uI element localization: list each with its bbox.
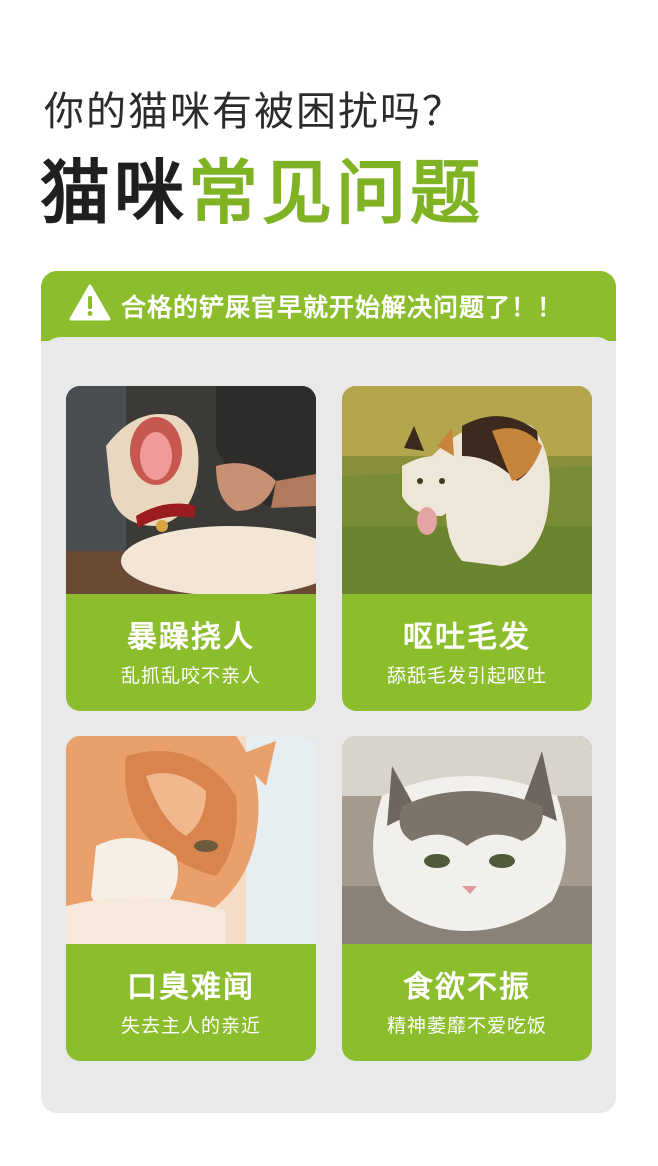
yawning-cat-photo — [66, 386, 316, 594]
lying-tabby-cat-photo — [342, 736, 592, 944]
banner-divider — [41, 337, 616, 377]
warning-banner: 合格的铲屎官早就开始解决问题了！！ — [41, 271, 616, 341]
problem-card-aggressive[interactable]: 暴躁挠人 乱抓乱咬不亲人 — [66, 386, 316, 711]
problem-card-appetite[interactable]: 食欲不振 精神萎靡不爱吃饭 — [342, 736, 592, 1061]
card-desc: 舔舐毛发引起呕吐 — [386, 665, 547, 687]
page-title: 猫咪常见问题 — [40, 158, 484, 228]
card-title: 口臭难闻 — [127, 970, 255, 1005]
problem-card-vomiting[interactable]: 呕吐毛发 舔舐毛发引起呕吐 — [342, 386, 592, 711]
sleeping-orange-cat-photo — [66, 736, 316, 944]
warning-icon — [69, 284, 111, 321]
card-title: 呕吐毛发 — [403, 620, 531, 655]
card-desc: 失去主人的亲近 — [120, 1015, 261, 1037]
banner-text: 合格的铲屎官早就开始解决问题了！！ — [121, 293, 564, 322]
card-title: 食欲不振 — [403, 970, 531, 1005]
title-green-part: 常见问题 — [188, 152, 484, 234]
card-desc: 精神萎靡不爱吃饭 — [386, 1015, 547, 1037]
problems-panel: 合格的铲屎官早就开始解决问题了！！ 暴躁挠人 乱抓乱咬不亲人 呕吐毛发 舔舐毛发… — [41, 271, 616, 1113]
page-subtitle: 你的猫咪有被困扰吗？ — [44, 89, 464, 135]
title-dark-part: 猫咪 — [40, 152, 188, 234]
problem-card-bad-breath[interactable]: 口臭难闻 失去主人的亲近 — [66, 736, 316, 1061]
card-title: 暴躁挠人 — [127, 620, 255, 655]
card-desc: 乱抓乱咬不亲人 — [120, 665, 261, 687]
vomiting-calico-cat-photo — [342, 386, 592, 594]
